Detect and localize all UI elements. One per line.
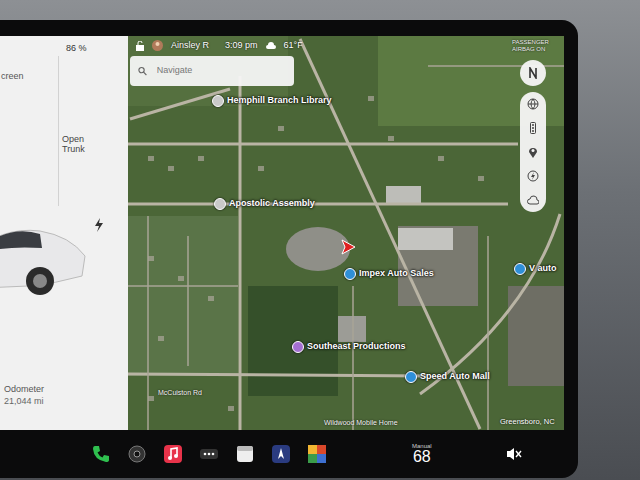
touch-screen: creen 86 % Open Trunk Odometer 21,044 mi — [0, 20, 578, 478]
place-label[interactable]: Hemphill Branch Library — [227, 94, 332, 108]
place-label[interactable]: Speed Auto Mall — [420, 370, 490, 384]
camera-icon[interactable] — [126, 443, 148, 465]
charger-icon[interactable] — [527, 170, 539, 182]
app-launcher — [90, 443, 328, 465]
clock: 3:09 pm — [225, 39, 258, 53]
volume-muted-icon[interactable] — [506, 446, 522, 462]
weather-icon[interactable] — [527, 194, 539, 206]
status-bar: Ainsley R 3:09 pm 61°F PASSENGER AIRBAG … — [136, 39, 556, 53]
lock-icon[interactable] — [136, 41, 144, 51]
place-label[interactable]: Southeast Productions — [307, 340, 406, 354]
place-label[interactable]: Impex Auto Sales — [359, 267, 434, 281]
place-pin-icon[interactable] — [292, 341, 304, 353]
place-pin-icon[interactable] — [514, 263, 526, 275]
avatar-icon[interactable] — [152, 40, 163, 51]
music-icon[interactable] — [162, 443, 184, 465]
odometer-label: Odometer — [4, 384, 44, 396]
map-place[interactable]: Apostolic Assembly — [214, 197, 315, 211]
panel-divider — [58, 56, 59, 206]
dock: Manual 68 — [0, 430, 564, 478]
driver-profile[interactable]: Ainsley R — [171, 39, 209, 53]
place-pin-icon[interactable] — [405, 371, 417, 383]
region-label: Greensboro, NC — [500, 416, 555, 427]
odometer: Odometer 21,044 mi — [4, 384, 44, 407]
pin-icon[interactable] — [527, 146, 539, 158]
map-place[interactable]: Southeast Productions — [292, 340, 406, 354]
climate-control[interactable]: Manual 68 — [412, 443, 432, 465]
place-pin-icon[interactable] — [344, 268, 356, 280]
calendar-icon[interactable] — [234, 443, 256, 465]
car-panel: creen 86 % Open Trunk Odometer 21,044 mi — [0, 36, 128, 430]
cabin-temperature[interactable]: 68 — [412, 449, 432, 465]
road-label: McCuiston Rd — [158, 388, 202, 399]
place-pin-icon[interactable] — [214, 198, 226, 210]
odometer-value: 21,044 mi — [4, 396, 44, 408]
search-icon — [138, 66, 147, 76]
compass-icon — [527, 67, 539, 79]
map-place[interactable]: Hemphill Branch Library — [212, 94, 332, 108]
more-apps-icon[interactable] — [198, 443, 220, 465]
car-position-icon — [340, 239, 356, 255]
place-label[interactable]: V auto — [529, 262, 557, 276]
airbag-indicator: PASSENGER AIRBAG ON — [512, 39, 556, 52]
traffic-icon[interactable] — [527, 122, 539, 134]
charging-icon — [94, 218, 104, 232]
map-place[interactable]: Speed Auto Mall — [405, 370, 490, 384]
search-input[interactable] — [155, 63, 286, 79]
battery-level: 86 % — [66, 42, 87, 56]
satellite-map — [128, 36, 564, 430]
open-trunk-button[interactable]: Open Trunk — [62, 134, 102, 155]
globe-icon[interactable] — [527, 98, 539, 110]
panel-title: creen — [0, 36, 128, 84]
map[interactable]: Ainsley R 3:09 pm 61°F PASSENGER AIRBAG … — [128, 36, 564, 430]
place-label: Wildwood Mobile Home — [324, 418, 398, 429]
navigation-icon[interactable] — [270, 443, 292, 465]
cloud-icon — [266, 42, 276, 49]
place-label[interactable]: Apostolic Assembly — [229, 197, 315, 211]
car-icon — [0, 196, 90, 306]
arcade-icon[interactable] — [306, 443, 328, 465]
navigate-search[interactable] — [130, 56, 294, 86]
place-pin-icon[interactable] — [212, 95, 224, 107]
map-place[interactable]: V auto — [514, 262, 557, 276]
north-up-button[interactable] — [520, 60, 546, 86]
phone-icon[interactable] — [90, 443, 112, 465]
map-place[interactable]: Impex Auto Sales — [344, 267, 434, 281]
map-tools — [520, 92, 546, 212]
outside-temperature: 61°F — [284, 39, 303, 53]
screen-main: creen 86 % Open Trunk Odometer 21,044 mi — [0, 36, 564, 430]
